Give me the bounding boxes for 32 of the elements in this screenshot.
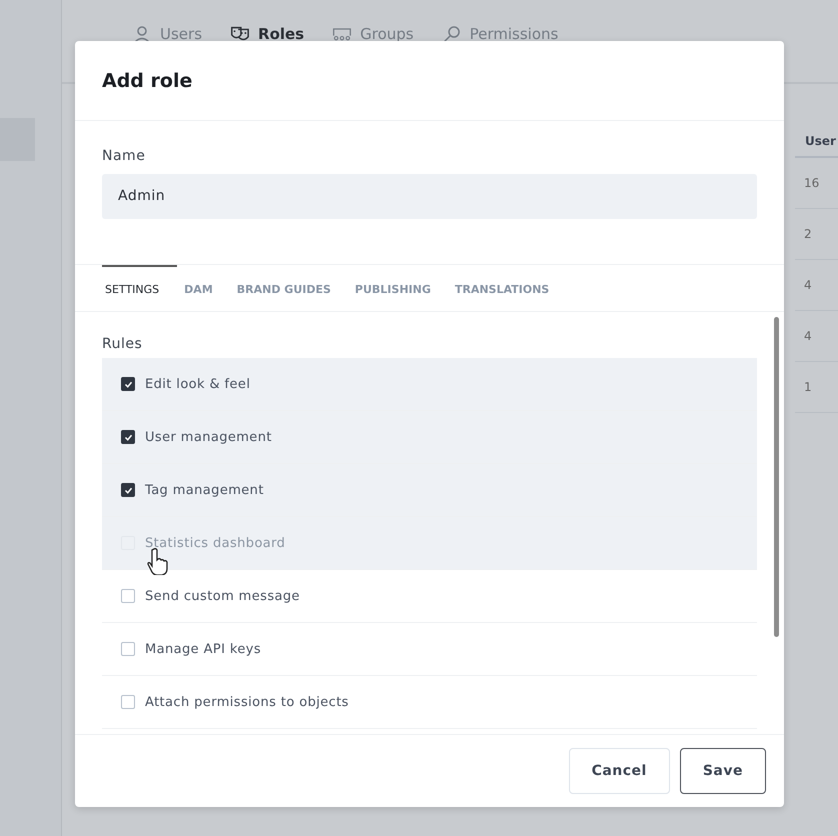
table-cell: 1 [795, 362, 838, 413]
key-icon [442, 24, 462, 44]
rule-row[interactable]: Send custom message [102, 570, 757, 623]
scrollbar[interactable] [774, 317, 779, 637]
checkbox[interactable] [121, 642, 135, 656]
dialog-title: Add role [102, 70, 192, 92]
checkbox[interactable] [121, 430, 135, 444]
column-header: User [795, 126, 838, 158]
checkbox[interactable] [121, 483, 135, 497]
table-cell: 2 [795, 209, 838, 260]
checkbox[interactable] [121, 377, 135, 391]
check-icon [124, 432, 132, 442]
rule-row[interactable]: Edit look & feel [102, 358, 757, 411]
dialog-button[interactable]: Save [680, 748, 766, 794]
check-icon [124, 486, 132, 494]
table-cell: 4 [795, 260, 838, 311]
hand-cursor-icon [146, 547, 170, 575]
checkbox[interactable] [121, 695, 135, 709]
rule-row[interactable]: Manage API keys [102, 623, 757, 676]
table-cell: 4 [795, 311, 838, 362]
rule-row[interactable]: Tag management [102, 464, 757, 517]
tab[interactable]: SETTINGS [102, 265, 178, 311]
field-label: Name [102, 148, 146, 164]
name-field[interactable]: Admin [102, 174, 757, 219]
check-icon [124, 380, 132, 388]
table-cell: 16 [795, 158, 838, 209]
section-label: Rules [102, 336, 144, 352]
checkbox[interactable] [121, 589, 135, 603]
rule-row[interactable]: Attach permissions to objects [102, 676, 757, 729]
nav-tab[interactable]: Roles [230, 24, 304, 44]
rule-row[interactable]: User management [102, 411, 757, 464]
dialog-button[interactable]: Cancel [568, 748, 670, 794]
